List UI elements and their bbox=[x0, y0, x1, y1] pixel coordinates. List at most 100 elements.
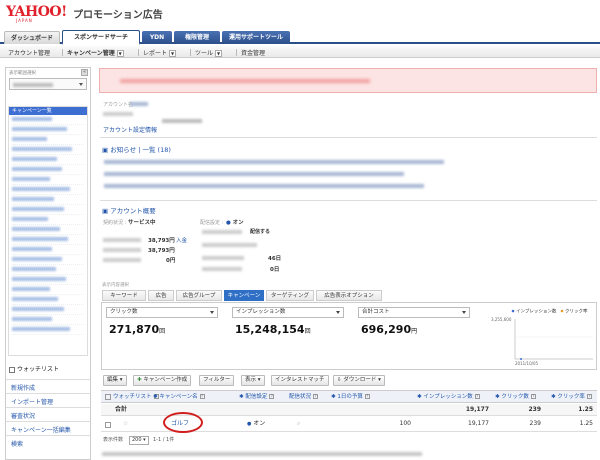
blurred-news-item[interactable] bbox=[104, 160, 444, 164]
account-select[interactable] bbox=[9, 78, 87, 90]
tab-dashboard[interactable]: ダッシュボード bbox=[4, 31, 60, 44]
tree-item[interactable] bbox=[12, 265, 84, 275]
tab-ad-group[interactable]: 広告グループ bbox=[176, 290, 222, 301]
tab-ydn[interactable]: YDN bbox=[142, 31, 172, 44]
tree-item[interactable] bbox=[12, 235, 84, 245]
filter-label: フィルター bbox=[203, 377, 231, 383]
tree-item[interactable] bbox=[12, 125, 84, 135]
header-checkbox[interactable] bbox=[103, 391, 111, 404]
tree-item[interactable] bbox=[12, 315, 84, 325]
deposit-link[interactable]: 入金 bbox=[176, 236, 187, 244]
delivery-setting-value[interactable]: ● オン bbox=[247, 418, 265, 430]
edit-button[interactable]: 編集 ▾ bbox=[103, 375, 127, 386]
subnav-fund-management[interactable]: 資金管理 bbox=[241, 48, 265, 57]
divider bbox=[138, 49, 139, 56]
col-delivery-status[interactable]: 配信状況? bbox=[289, 391, 319, 404]
magnifier-icon[interactable]: ⌕ bbox=[297, 418, 300, 430]
row-checkbox[interactable] bbox=[103, 419, 111, 431]
tree-item[interactable] bbox=[12, 215, 84, 225]
col-label: キャンペーン名 bbox=[159, 394, 198, 400]
tree-item[interactable] bbox=[12, 165, 84, 175]
tab-ad[interactable]: 広告 bbox=[148, 290, 174, 301]
metric-select[interactable]: インプレッション数 bbox=[232, 307, 344, 318]
tree-item[interactable] bbox=[12, 305, 84, 315]
col-daily-budget[interactable]: ✱ 1日の予算? bbox=[331, 391, 370, 404]
tab-keyword[interactable]: キーワード bbox=[102, 290, 146, 301]
watchlist-toggle[interactable]: ウォッチリスト bbox=[9, 364, 59, 373]
news-list-link[interactable]: 一覧 (18) bbox=[142, 146, 170, 154]
help-icon[interactable]: ? bbox=[199, 394, 205, 399]
dropdown-arrow-icon[interactable]: ▼ bbox=[116, 50, 124, 57]
sidebar-link-import[interactable]: インポート管理 bbox=[6, 393, 90, 406]
tab-ad-extensions[interactable]: 広告表示オプション bbox=[316, 290, 382, 301]
help-icon[interactable]: ? bbox=[269, 394, 275, 399]
help-icon[interactable]: ? bbox=[313, 394, 319, 399]
tree-item[interactable] bbox=[12, 205, 84, 215]
subnav-campaign-management[interactable]: キャンペーン管理 ▼ bbox=[67, 48, 124, 57]
tree-item[interactable] bbox=[12, 285, 84, 295]
dropdown-arrow-icon[interactable]: ▼ bbox=[215, 50, 223, 57]
tab-permissions[interactable]: 権限管理 bbox=[174, 31, 220, 44]
tree-item[interactable] bbox=[12, 195, 84, 205]
collapse-icon[interactable]: « bbox=[81, 69, 88, 76]
tree-item[interactable] bbox=[12, 295, 84, 305]
tree-item[interactable] bbox=[12, 175, 84, 185]
tree-item[interactable] bbox=[12, 145, 84, 155]
tab-targeting[interactable]: ターゲティング bbox=[266, 290, 314, 301]
view-button[interactable]: 表示 ▾ bbox=[241, 375, 265, 386]
dropdown-arrow-icon[interactable]: ▼ bbox=[169, 50, 177, 57]
subnav-report[interactable]: レポート ▼ bbox=[143, 48, 177, 57]
col-impressions[interactable]: ✱ インプレッション数? bbox=[417, 391, 480, 404]
checkbox[interactable] bbox=[9, 366, 15, 373]
sidebar-link-search[interactable]: 検索 bbox=[6, 435, 90, 448]
watchlist-label: ウォッチリスト bbox=[17, 366, 60, 373]
radio-icon[interactable]: ● bbox=[226, 220, 231, 226]
tree-item[interactable] bbox=[12, 255, 84, 265]
create-campaign-button[interactable]: ✚ キャンペーン作成 bbox=[133, 375, 192, 386]
tree-item[interactable] bbox=[12, 115, 84, 125]
blurred-news-item[interactable] bbox=[104, 172, 404, 176]
col-ctr[interactable]: ✱ クリック率? bbox=[551, 391, 592, 404]
col-label: ウォッチリスト bbox=[113, 394, 152, 400]
blurred-news-item[interactable] bbox=[104, 184, 424, 188]
col-delivery-setting[interactable]: ✱ 配信設定? bbox=[239, 391, 275, 404]
watch-star-icon[interactable]: ☆ bbox=[123, 418, 128, 430]
subnav-account-management[interactable]: アカウント管理 bbox=[8, 48, 50, 57]
checkbox[interactable] bbox=[105, 421, 111, 428]
campaign-tree[interactable]: キャンペーン一覧 bbox=[8, 106, 88, 356]
tab-campaign[interactable]: キャンペーン bbox=[224, 290, 264, 301]
tree-item[interactable] bbox=[12, 325, 84, 335]
interest-match-button[interactable]: インタレストマッチ bbox=[271, 375, 329, 386]
account-settings-link[interactable]: アカウント設定情報 bbox=[103, 125, 157, 134]
tab-support-tools[interactable]: 運用サポートツール bbox=[222, 31, 290, 44]
help-icon[interactable]: ? bbox=[530, 394, 536, 399]
filter-button[interactable]: フィルター bbox=[199, 375, 235, 386]
metric-box: インプレッション数 15,248,154回 bbox=[232, 307, 344, 336]
col-campaign-name[interactable]: ✱ キャンペーン名? bbox=[153, 391, 205, 404]
metric-select[interactable]: 合計コスト bbox=[358, 307, 470, 318]
tree-item[interactable] bbox=[12, 225, 84, 235]
tree-item[interactable] bbox=[12, 185, 84, 195]
interest-match-label: インタレストマッチ bbox=[275, 377, 325, 383]
daily-budget-value[interactable]: 100 bbox=[361, 418, 411, 430]
tree-item-selected[interactable]: キャンペーン一覧 bbox=[9, 107, 87, 115]
tab-sponsored-search[interactable]: スポンサードサーチ bbox=[62, 30, 140, 45]
tree-item[interactable] bbox=[12, 155, 84, 165]
help-icon[interactable]: ? bbox=[586, 394, 592, 399]
subnav-tools[interactable]: ツール ▼ bbox=[195, 48, 223, 57]
sidebar-link-review[interactable]: 審査状況 bbox=[6, 407, 90, 420]
tree-item[interactable] bbox=[12, 135, 84, 145]
checkbox[interactable] bbox=[105, 393, 111, 400]
help-icon[interactable]: ? bbox=[474, 394, 480, 399]
page-size-select[interactable]: 200 ▾ bbox=[129, 436, 149, 445]
download-button[interactable]: ⇩ ダウンロード ▾ bbox=[333, 375, 385, 386]
tree-item[interactable] bbox=[12, 275, 84, 285]
sidebar-link-new[interactable]: 新規作成 bbox=[6, 379, 90, 392]
col-clicks[interactable]: ✱ クリック数? bbox=[495, 391, 536, 404]
metric-select[interactable]: クリック数 bbox=[106, 307, 218, 318]
help-icon[interactable]: ? bbox=[364, 394, 370, 399]
col-watchlist[interactable]: ウォッチリスト? bbox=[113, 391, 159, 404]
sidebar-link-bulk-edit[interactable]: キャンペーン一括編集 bbox=[6, 421, 90, 434]
metric-label: インプレッション数 bbox=[236, 309, 286, 315]
tree-item[interactable] bbox=[12, 245, 84, 255]
